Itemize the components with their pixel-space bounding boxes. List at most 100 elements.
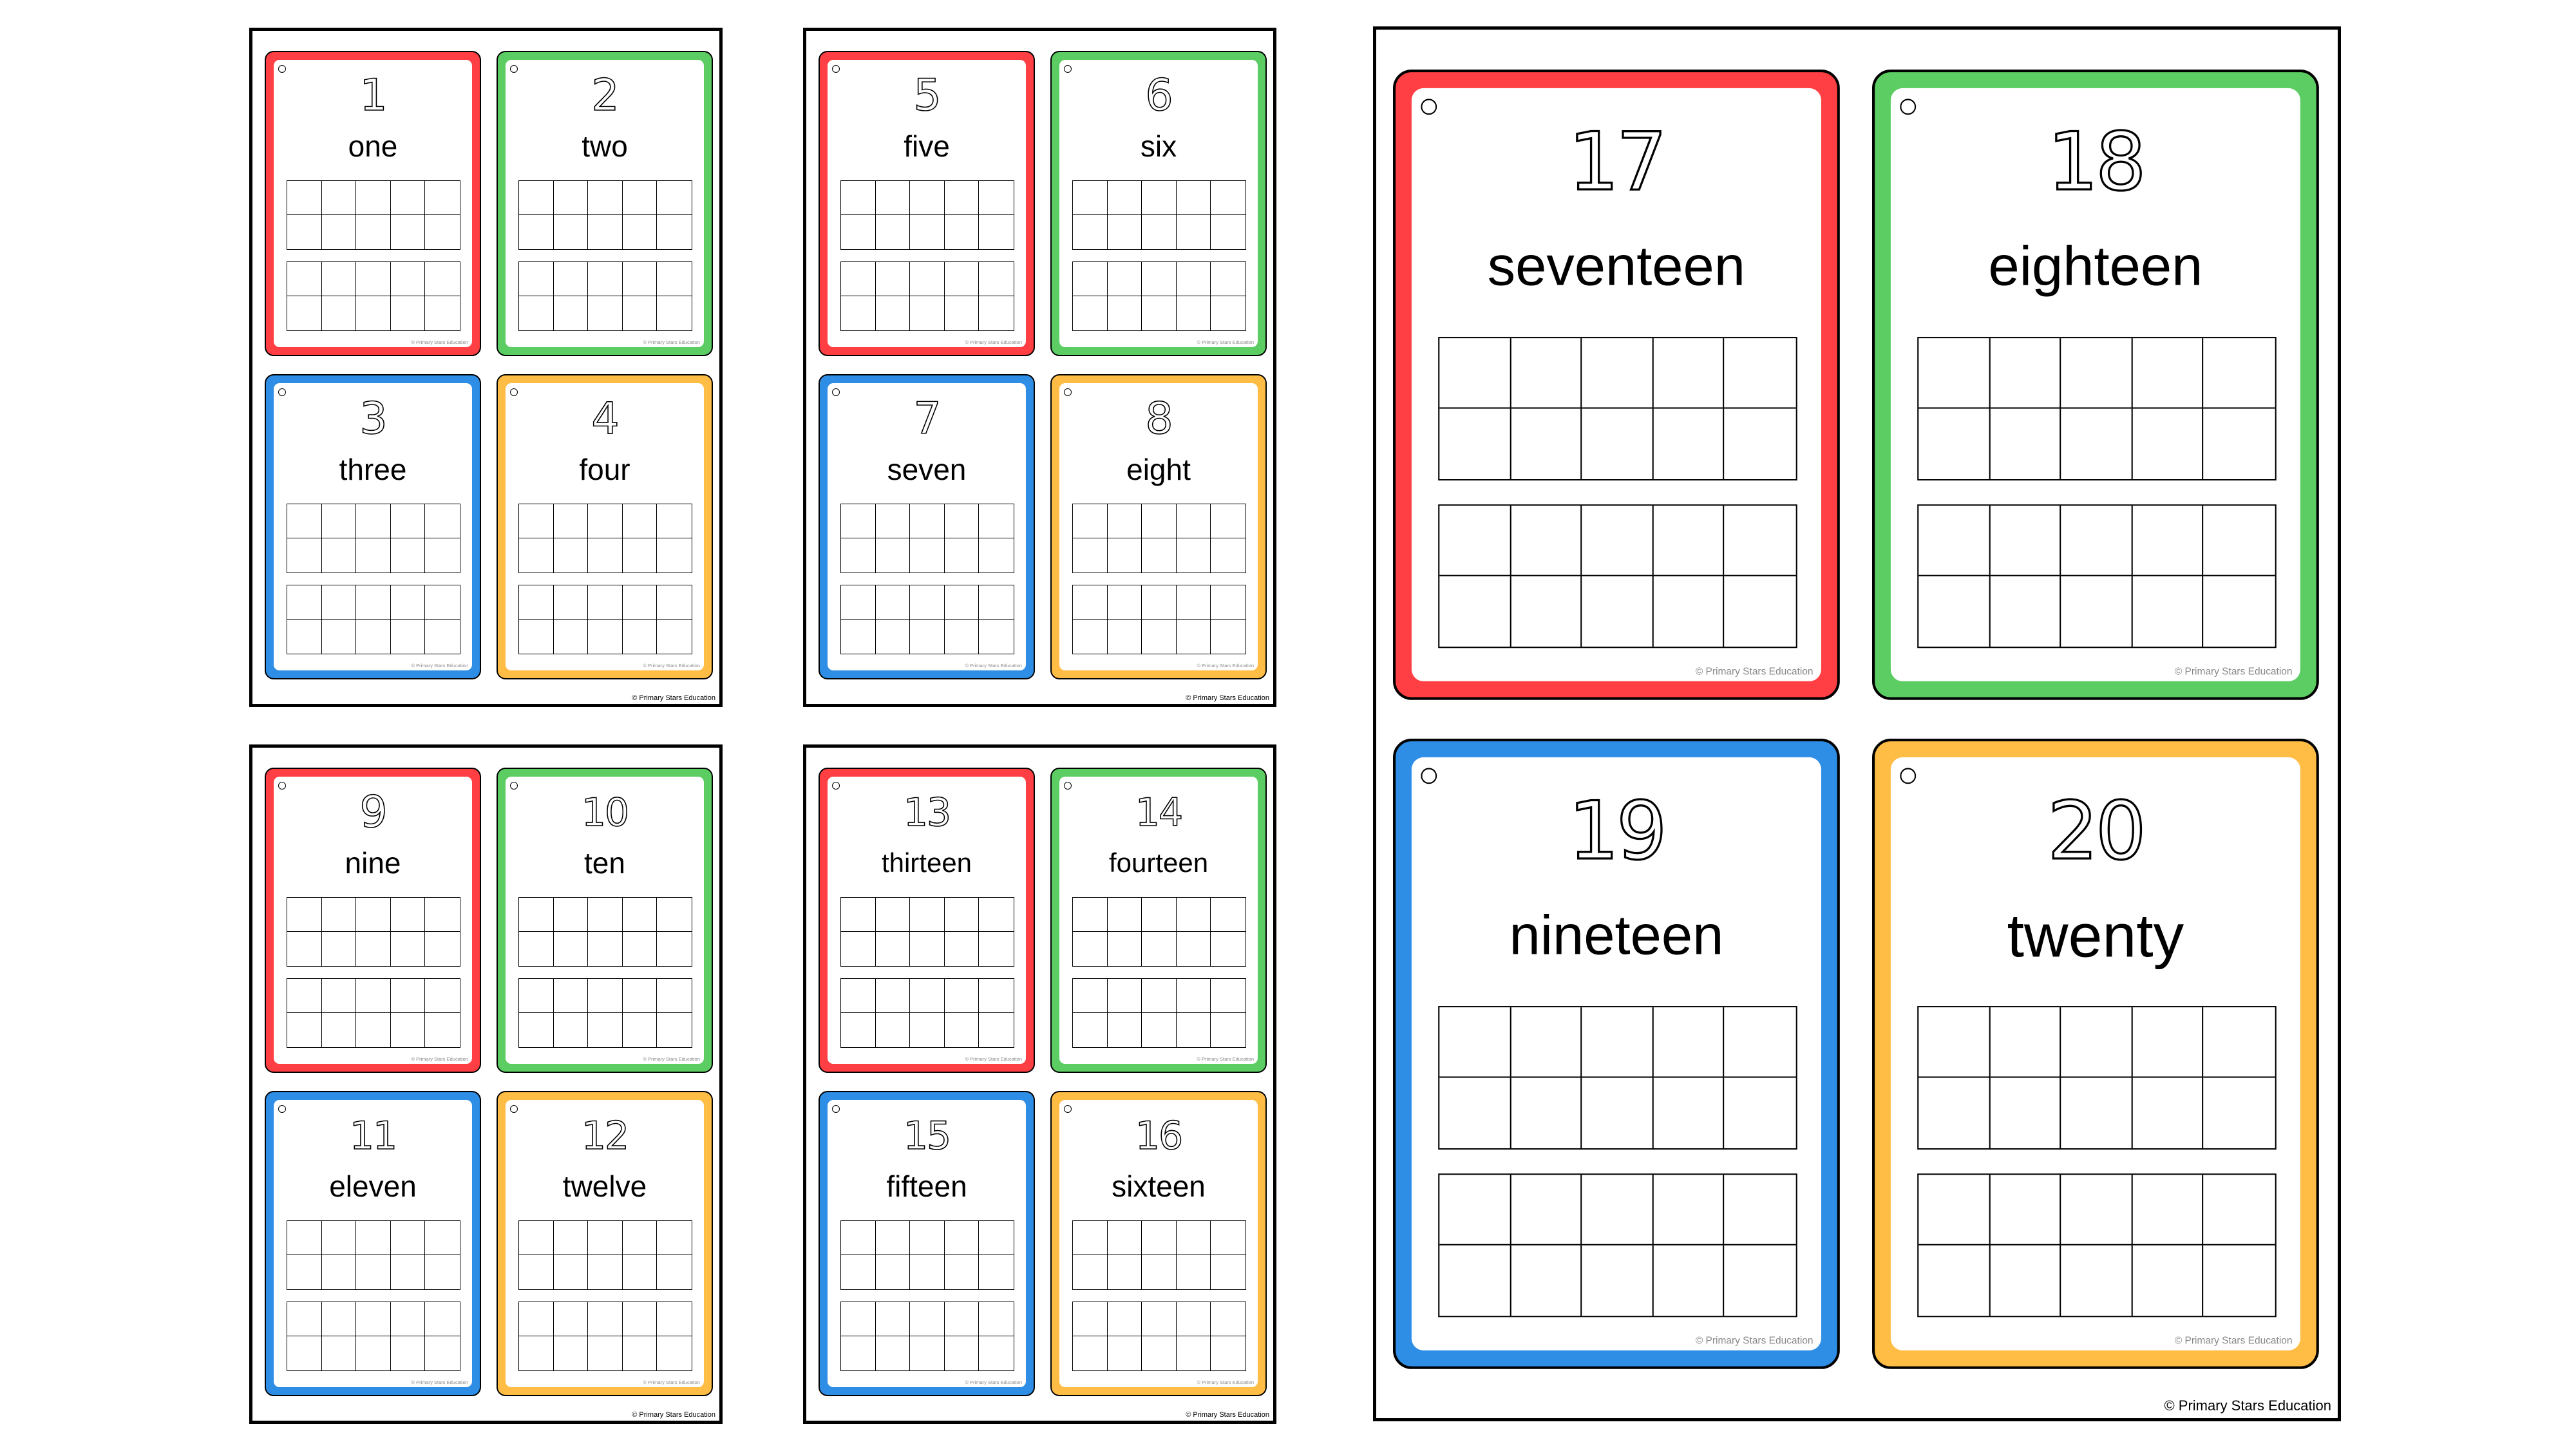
ten-frame-cell	[623, 1255, 658, 1289]
card-face: 17 seventeen © Primary Stars Education	[1411, 88, 1821, 681]
ten-frame-cell	[875, 181, 911, 215]
ten-frame-cell	[588, 898, 623, 932]
ten-frame-cell	[622, 585, 658, 620]
ten-frame-cell	[1211, 979, 1245, 1013]
ten-frame-cell	[910, 504, 945, 538]
ten-frame-cell	[945, 620, 980, 654]
ten-frame-cell	[1142, 504, 1177, 538]
ten-frame-cell	[287, 898, 322, 932]
ten-frame-cell	[287, 504, 322, 538]
ten-frame-cell	[322, 1336, 357, 1370]
number-card-14: 14 fourteen © Primary Stars Education	[1050, 768, 1267, 1073]
ten-frame-cell	[554, 296, 589, 330]
ten-frame-cell	[910, 585, 945, 620]
card-colored-border: 10 ten © Primary Stars Education	[497, 768, 713, 1073]
ten-frame-cell	[322, 620, 357, 654]
ten-frame-cell	[553, 1221, 589, 1255]
ten-frame-cell	[554, 215, 589, 249]
ten-frame-cell	[519, 538, 554, 573]
card-number-word: ten	[584, 846, 625, 880]
ten-frame-cell	[356, 620, 391, 654]
ten-frame-cell	[425, 1302, 460, 1336]
ten-frame-cell	[1439, 506, 1511, 576]
ten-frame-cell	[1918, 1007, 1990, 1078]
ten-frame-cell	[910, 1302, 945, 1336]
ten-frame-cell	[1582, 1077, 1654, 1149]
ten-frame-cell	[1142, 979, 1177, 1013]
ten-frame-cell	[1142, 1302, 1177, 1336]
ten-frame-cell	[2132, 576, 2204, 647]
ten-frame-cell	[1918, 408, 1990, 480]
ten-frame-cell	[841, 262, 876, 296]
ten-frame-cell	[1653, 1175, 1725, 1245]
ten-frame-cell	[356, 504, 391, 538]
number-card-9: 9 nine © Primary Stars Education	[265, 768, 481, 1073]
ten-frame-cell	[425, 1013, 460, 1047]
ten-frame-cell	[875, 898, 911, 932]
ten-frame-cell	[425, 181, 460, 215]
ten-frame-cell	[287, 1013, 322, 1047]
ten-frame-cell	[1989, 338, 2061, 409]
ten-frame-2	[840, 1302, 1014, 1371]
ten-frame-cell	[910, 262, 945, 296]
ten-frame-1	[1917, 1006, 2277, 1150]
ten-frame-cell	[554, 1336, 589, 1370]
ten-frame-cell	[2061, 506, 2133, 576]
ten-frame-cell	[391, 932, 426, 966]
card-copyright: © Primary Stars Education	[643, 339, 700, 345]
ten-frame-2	[1917, 504, 2277, 649]
card-number-outline: 1	[359, 70, 388, 122]
ten-frame-1	[287, 897, 460, 967]
ten-frame-1	[1072, 897, 1246, 967]
number-card-17: 17 seventeen © Primary Stars Education	[1393, 70, 1840, 700]
ten-frame-cell	[322, 296, 357, 330]
ten-frame-cell	[321, 1221, 357, 1255]
ten-frame-cell	[657, 538, 692, 573]
card-number-word: two	[582, 129, 628, 163]
ten-frame-cell	[945, 296, 980, 330]
ten-frame-cell	[876, 932, 911, 966]
number-card-20: 20 twenty © Primary Stars Education	[1872, 739, 2319, 1369]
ten-frame-cell	[1177, 1336, 1211, 1370]
ten-frame-cell	[657, 215, 692, 249]
ten-frame-cell	[2204, 409, 2275, 479]
card-number-word: eight	[1126, 453, 1191, 486]
ten-frame-cell	[1918, 1245, 1990, 1316]
ten-frame-cell	[910, 181, 945, 215]
ten-frame-cell	[425, 1221, 460, 1255]
ten-frame-1	[1072, 504, 1246, 573]
ten-frame-cell	[2061, 1007, 2133, 1078]
ten-frame-cell	[356, 538, 391, 573]
number-card-8: 8 eight © Primary Stars Education	[1050, 374, 1267, 679]
card-number-outline: 12	[581, 1113, 630, 1159]
ten-frame-cell	[2204, 576, 2275, 647]
card-copyright: © Primary Stars Education	[411, 1379, 468, 1385]
card-face: 5 five © Primary Stars Education	[828, 60, 1026, 347]
ten-frame-cell	[287, 1336, 322, 1370]
ten-frame-cell	[944, 898, 980, 932]
ten-frame-2	[1438, 504, 1797, 649]
ten-frame-cell	[390, 898, 426, 932]
ten-frame-cell	[2203, 1007, 2275, 1078]
ten-frame-cell	[287, 181, 322, 215]
card-copyright: © Primary Stars Education	[965, 339, 1022, 345]
ten-frame-cell	[391, 215, 426, 249]
ten-frame-cell	[390, 1221, 426, 1255]
ten-frame-cell	[390, 1302, 426, 1336]
ten-frame-cell	[1108, 1336, 1142, 1370]
ten-frame-cell	[1653, 338, 1725, 409]
card-number-outline: 14	[1135, 790, 1184, 836]
ten-frame-cell	[841, 1221, 876, 1255]
ten-frame-cell	[356, 932, 391, 966]
ten-frame-cell	[1439, 338, 1511, 409]
card-colored-border: 17 seventeen © Primary Stars Education	[1393, 70, 1840, 700]
ten-frame-cell	[944, 1221, 980, 1255]
page-copyright-footer: © Primary Stars Education	[1186, 694, 1269, 702]
ten-frame-cell	[657, 1255, 692, 1289]
page-copyright-footer: © Primary Stars Education	[632, 694, 715, 702]
ten-frame-cell	[910, 1255, 945, 1289]
ten-frame-cell	[622, 262, 658, 296]
ten-frame-cell	[979, 932, 1014, 966]
ten-frame-1	[518, 180, 692, 250]
ten-frame-cell	[1725, 1245, 1796, 1316]
